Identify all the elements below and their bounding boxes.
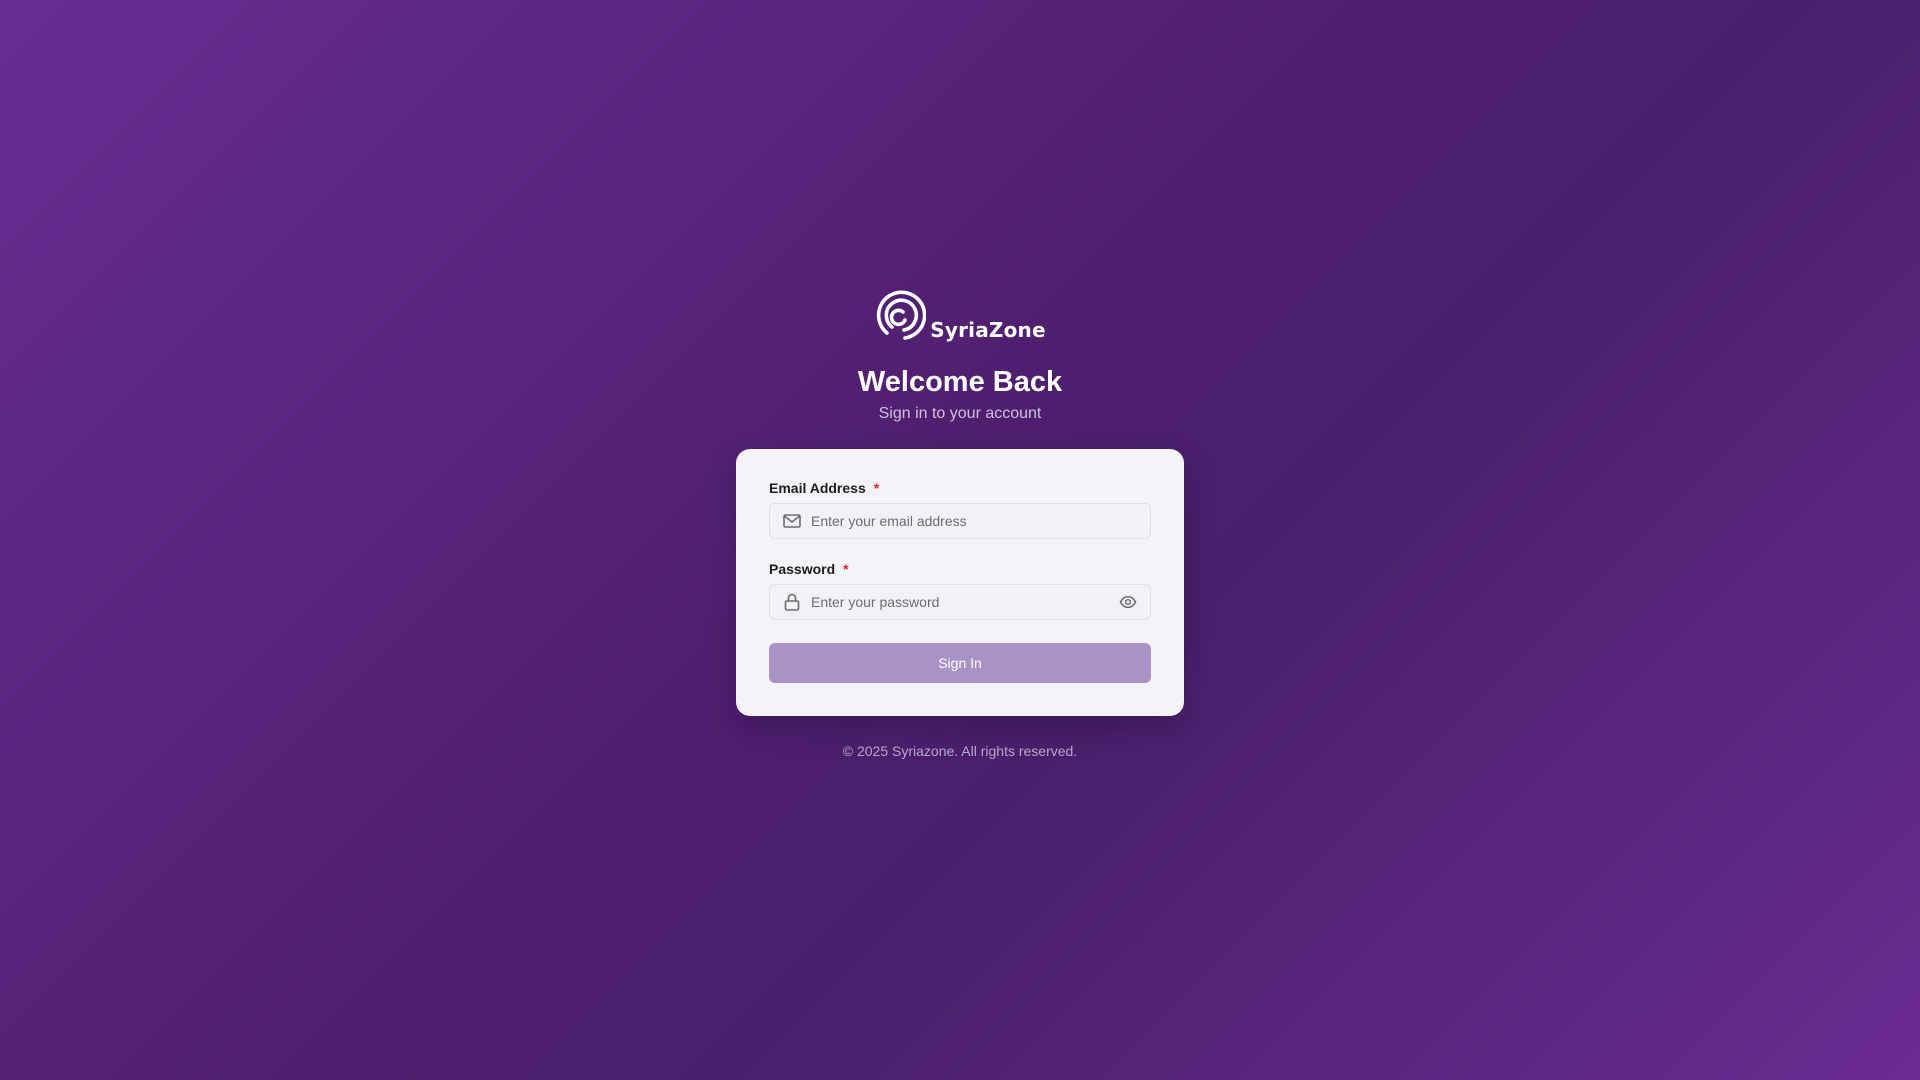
lock-icon xyxy=(782,592,802,612)
login-column: SyriaZone Welcome Back Sign in to your a… xyxy=(736,290,1184,760)
eye-icon xyxy=(1119,595,1137,609)
email-input[interactable] xyxy=(811,513,1138,529)
sign-in-button[interactable]: Sign In xyxy=(769,643,1151,683)
email-input-wrapper[interactable] xyxy=(769,503,1151,539)
password-field-group: Password * xyxy=(769,560,1151,620)
password-input[interactable] xyxy=(811,594,1118,610)
mail-icon xyxy=(782,511,802,531)
toggle-password-visibility-button[interactable] xyxy=(1118,592,1138,612)
login-card: Email Address * Password * xyxy=(736,449,1184,716)
email-field-group: Email Address * xyxy=(769,479,1151,539)
page-title: Welcome Back xyxy=(857,366,1063,398)
email-label-text: Email Address xyxy=(769,480,866,496)
required-marker: * xyxy=(843,561,849,577)
page-subtitle: Sign in to your account xyxy=(878,405,1042,422)
spiral-logo-icon xyxy=(877,290,927,340)
password-input-wrapper[interactable] xyxy=(769,584,1151,620)
brand-name: SyriaZone xyxy=(930,318,1046,342)
required-marker: * xyxy=(873,480,880,496)
footer-copyright: © 2025 Syriazone. All rights reserved. xyxy=(842,743,1078,759)
password-label: Password * xyxy=(769,560,1151,578)
login-page: SyriaZone Welcome Back Sign in to your a… xyxy=(0,0,1920,1080)
email-label: Email Address * xyxy=(769,479,1151,497)
brand-logo: SyriaZone xyxy=(874,290,1046,342)
password-label-text: Password xyxy=(769,561,836,577)
